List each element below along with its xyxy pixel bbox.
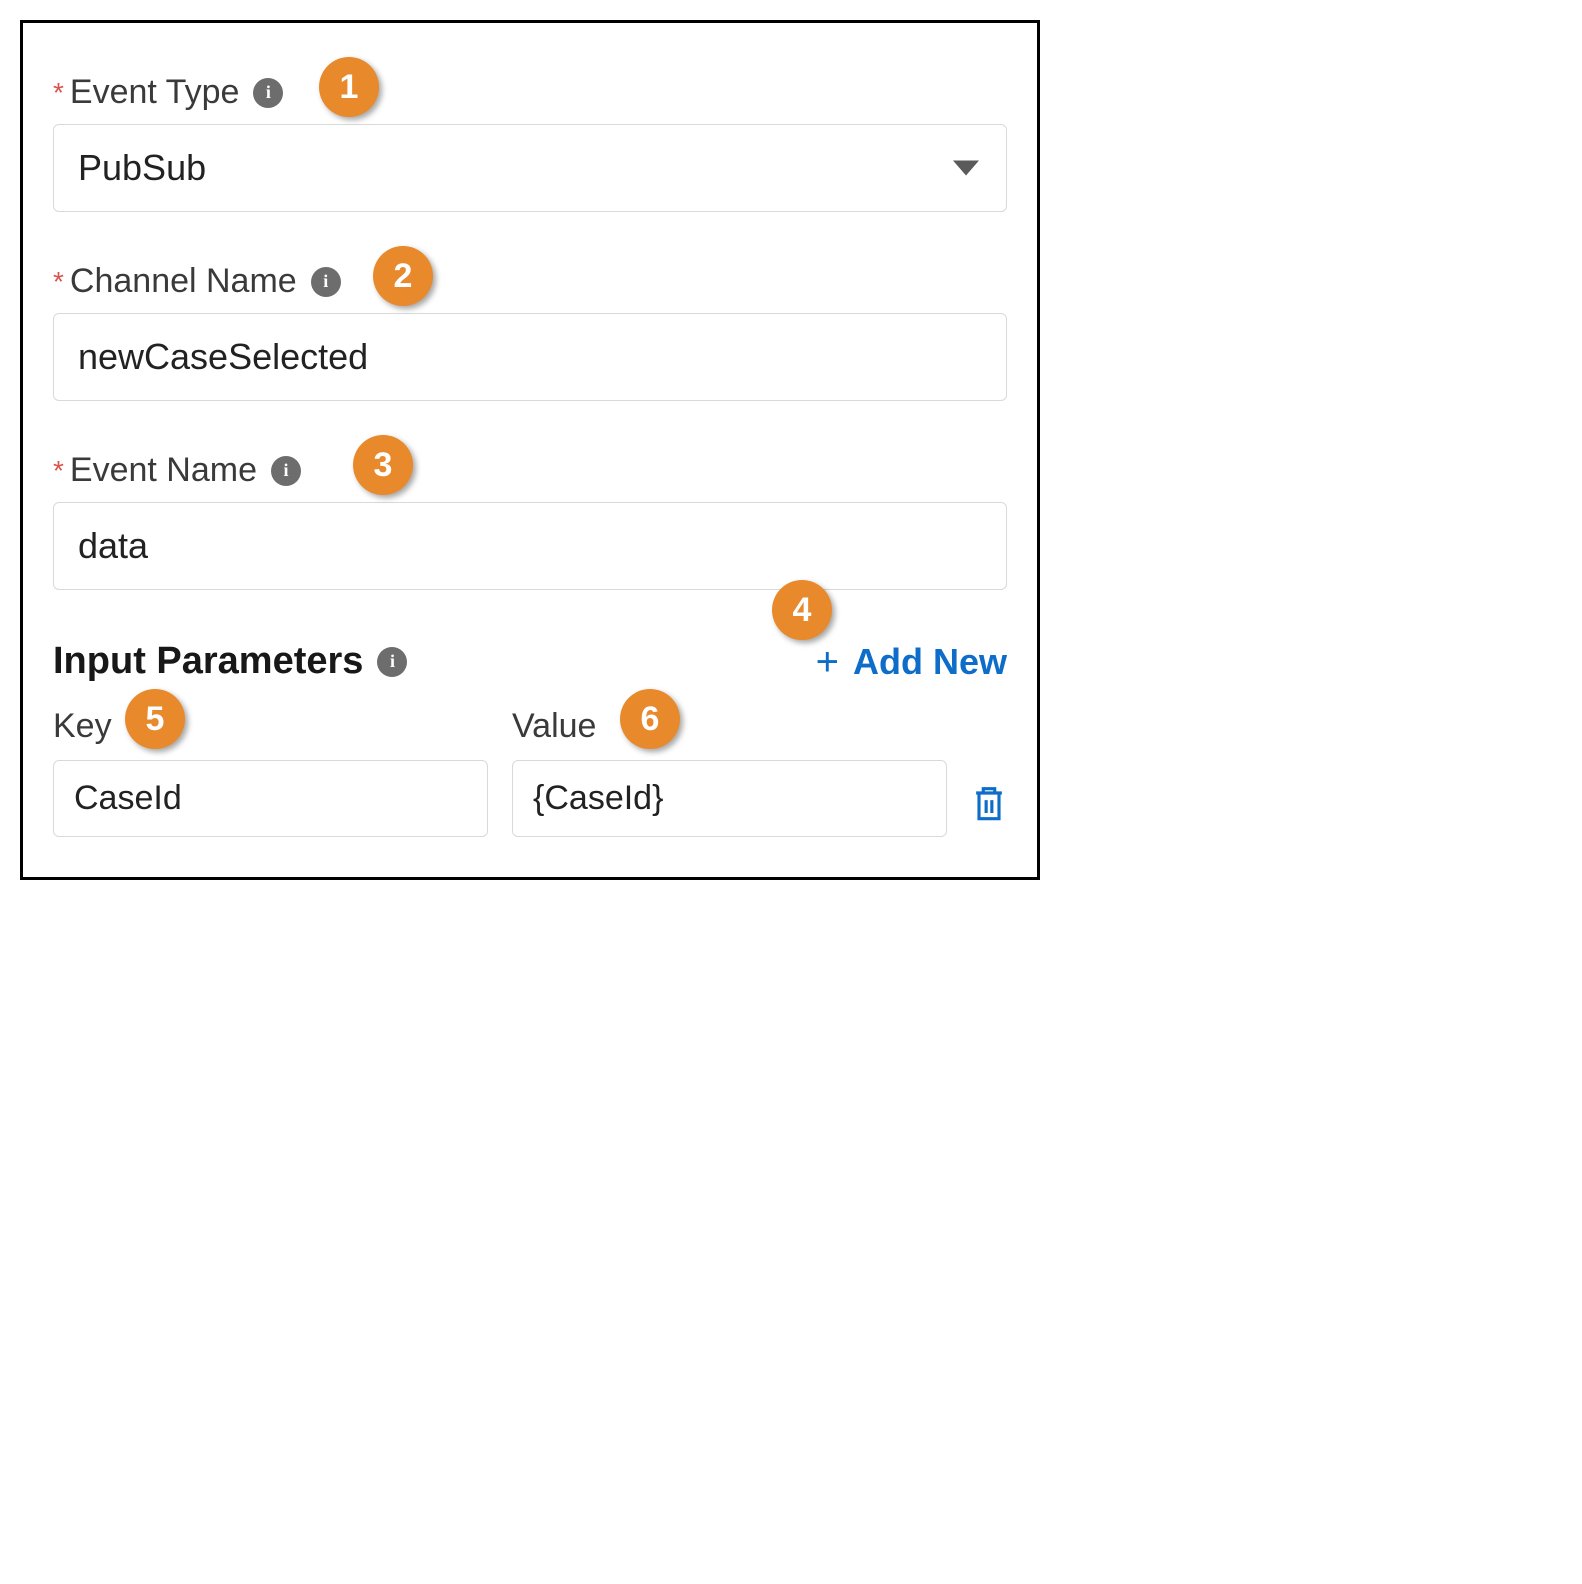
event-name-input[interactable] (53, 502, 1007, 590)
param-key-col: Key 5 (53, 707, 488, 837)
callout-badge-3: 3 (353, 435, 413, 495)
info-icon[interactable]: i (377, 647, 407, 677)
param-key-input[interactable] (53, 760, 488, 837)
required-asterisk: * (53, 455, 64, 487)
input-params-title: Input Parameters (53, 640, 363, 683)
event-type-select-wrapper: PubSub (53, 124, 1007, 212)
callout-badge-5: 5 (125, 689, 185, 749)
info-icon[interactable]: i (271, 456, 301, 486)
callout-badge-1: 1 (319, 57, 379, 117)
value-label: Value (512, 707, 947, 746)
add-new-label: Add New (853, 641, 1007, 683)
param-value-col: Value 6 (512, 707, 947, 837)
event-type-value: PubSub (78, 147, 206, 189)
event-type-select[interactable]: PubSub (53, 124, 1007, 212)
required-asterisk: * (53, 266, 64, 298)
channel-name-group: * Channel Name i 2 (53, 262, 1007, 401)
channel-name-input-wrapper (53, 313, 1007, 401)
delete-row-button[interactable] (971, 783, 1007, 837)
event-type-group: * Event Type i 1 PubSub (53, 73, 1007, 212)
event-name-input-wrapper (53, 502, 1007, 590)
key-label: Key (53, 707, 488, 746)
event-type-label: Event Type (70, 73, 240, 112)
callout-badge-6: 6 (620, 689, 680, 749)
callout-badge-2: 2 (373, 246, 433, 306)
event-name-label-row: * Event Name i 3 (53, 451, 1007, 490)
channel-name-label: Channel Name (70, 262, 297, 301)
add-new-button[interactable]: + Add New 4 (816, 641, 1007, 683)
section-title-wrap: Input Parameters i (53, 640, 407, 683)
channel-name-label-row: * Channel Name i 2 (53, 262, 1007, 301)
param-value-input[interactable] (512, 760, 947, 837)
callout-badge-4: 4 (772, 580, 832, 640)
event-name-label: Event Name (70, 451, 257, 490)
event-name-group: * Event Name i 3 (53, 451, 1007, 590)
form-container: * Event Type i 1 PubSub * Channel Name i… (20, 20, 1040, 880)
required-asterisk: * (53, 77, 64, 109)
trash-icon (971, 783, 1007, 823)
event-type-label-row: * Event Type i 1 (53, 73, 1007, 112)
params-row: Key 5 Value 6 (53, 707, 1007, 837)
info-icon[interactable]: i (311, 267, 341, 297)
channel-name-input[interactable] (53, 313, 1007, 401)
chevron-down-icon (953, 161, 979, 176)
info-icon[interactable]: i (253, 78, 283, 108)
plus-icon: + (816, 642, 839, 682)
input-params-header: Input Parameters i + Add New 4 (53, 640, 1007, 683)
